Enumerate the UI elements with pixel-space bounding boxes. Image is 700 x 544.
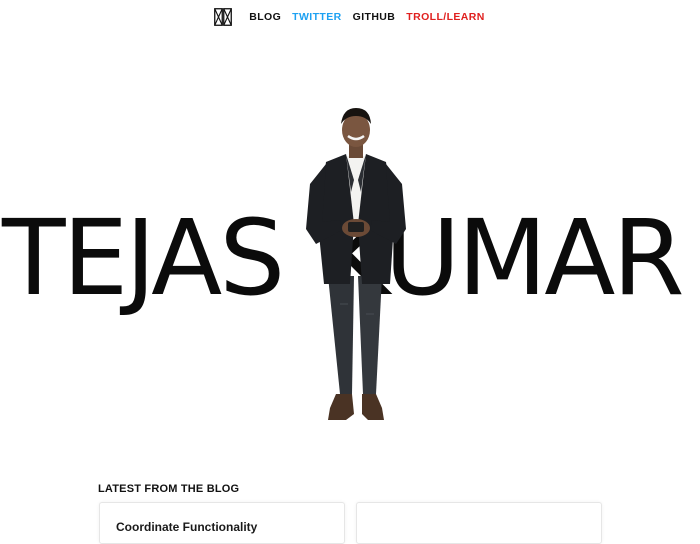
blog-card[interactable]: Coordinate Functionality	[99, 502, 345, 544]
hero-first-name: TEJAS	[2, 198, 285, 318]
top-navigation: BLOG TWITTER GITHUB TROLL/LEARN	[0, 0, 700, 34]
hero-portrait	[306, 108, 406, 420]
nav-link-twitter[interactable]: TWITTER	[292, 11, 341, 23]
blog-card[interactable]	[356, 502, 602, 544]
nav-link-troll-learn[interactable]: TROLL/LEARN	[406, 11, 484, 23]
logo-icon[interactable]	[213, 8, 232, 26]
nav-link-github[interactable]: GITHUB	[353, 11, 396, 23]
latest-from-blog-heading: LATEST FROM THE BLOG	[98, 483, 240, 495]
blog-card-title[interactable]: Coordinate Functionality	[116, 520, 257, 534]
nav-link-blog[interactable]: BLOG	[249, 11, 281, 23]
